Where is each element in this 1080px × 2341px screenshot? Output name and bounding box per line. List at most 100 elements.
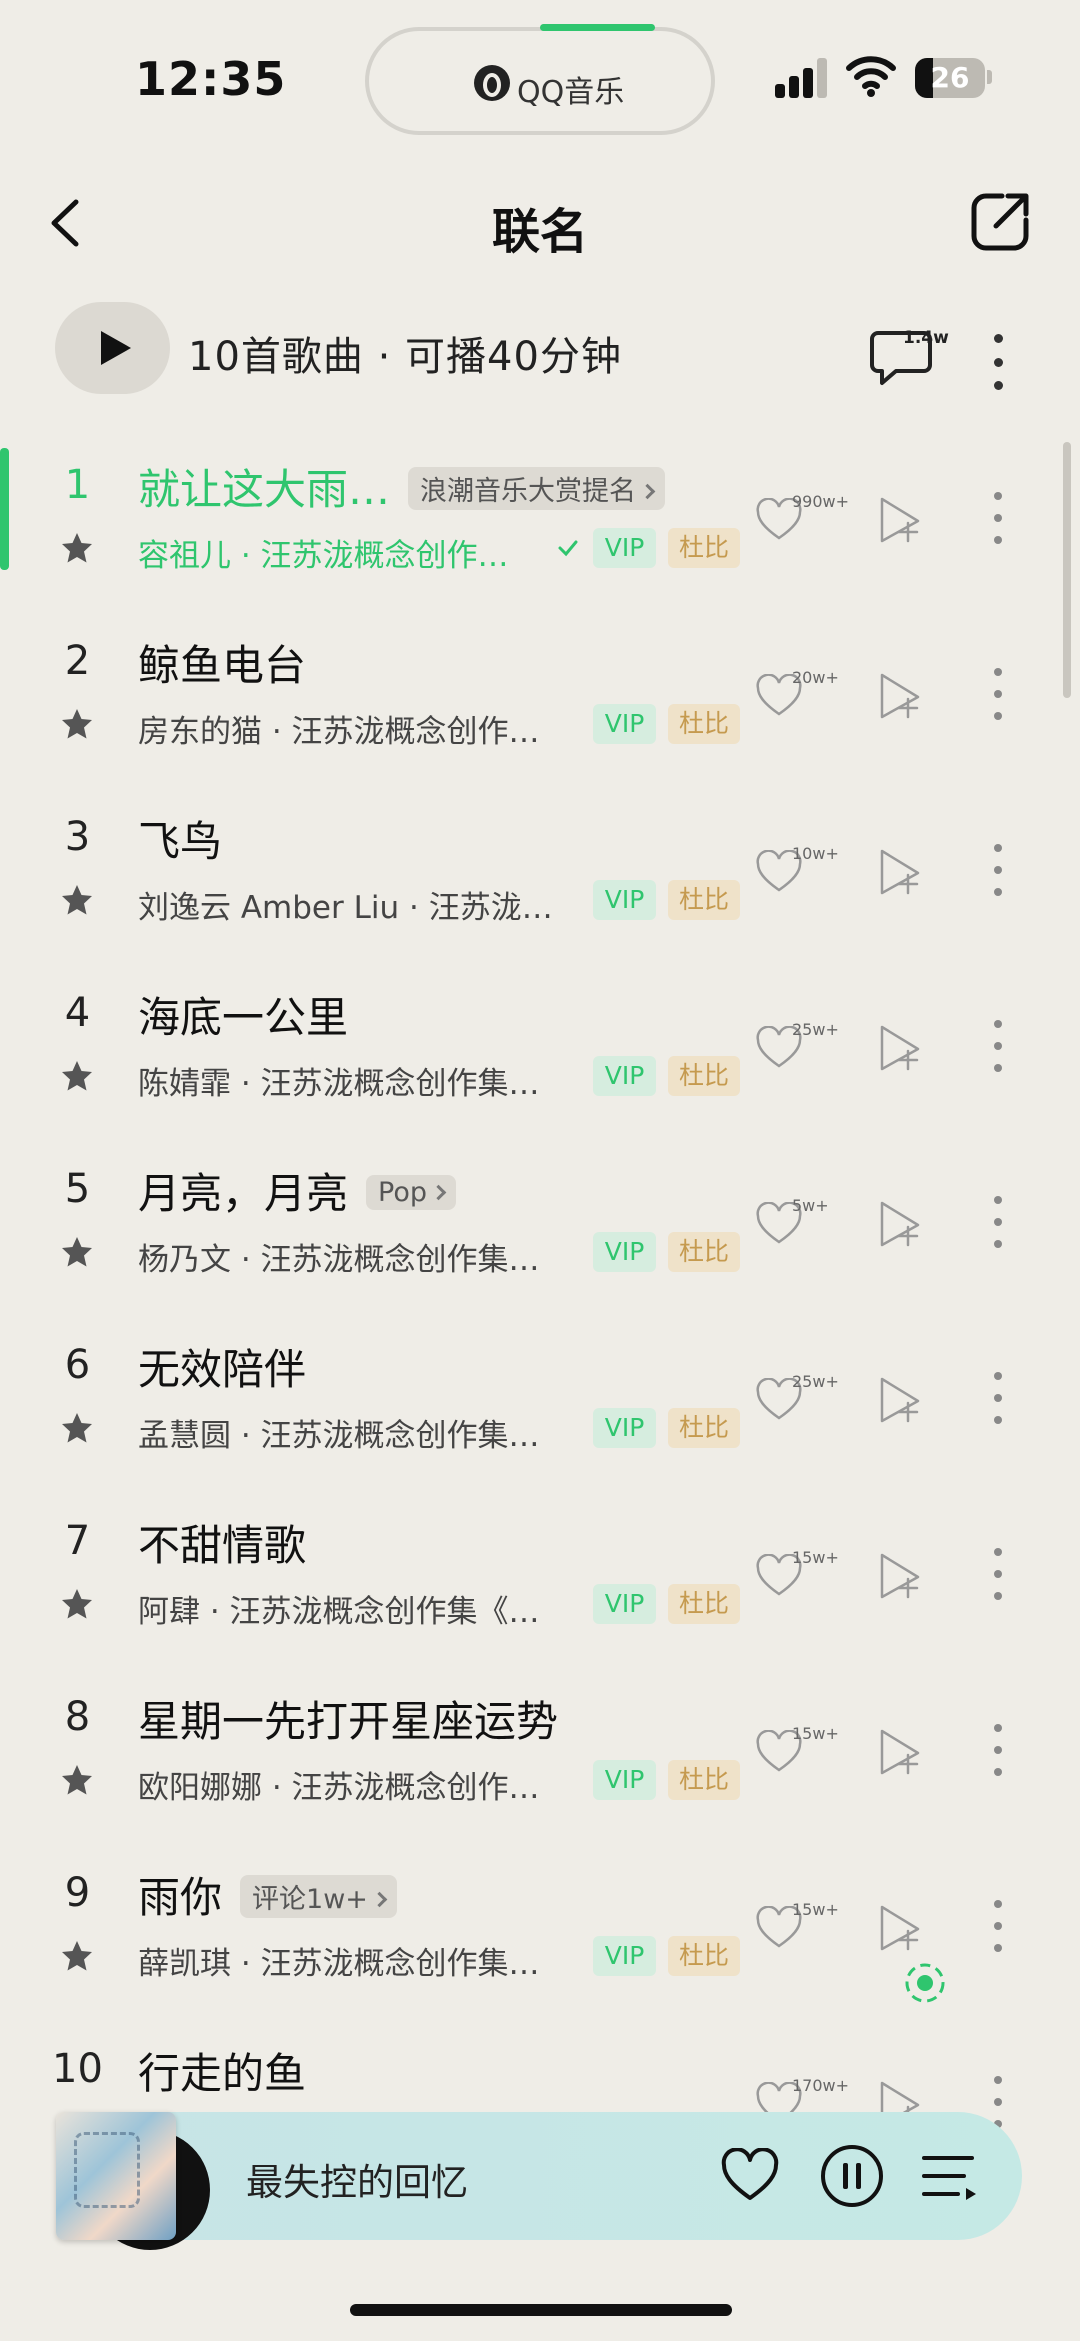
song-row[interactable]: 8 星期一先打开星座运势 欧阳娜娜 · 汪苏泷概念创作… VIP 杜比 15w+ <box>0 1672 1080 1848</box>
song-row[interactable]: 6 无效陪伴 孟慧圆 · 汪苏泷概念创作集… VIP 杜比 25w+ <box>0 1320 1080 1496</box>
song-row[interactable]: 7 不甜情歌 阿肆 · 汪苏泷概念创作集《… VIP 杜比 15w+ <box>0 1496 1080 1672</box>
chevron-right-icon <box>639 483 656 499</box>
song-title: 海底一公里 <box>138 993 349 1042</box>
vip-badge: VIP <box>593 1232 656 1272</box>
playlist-more-icon[interactable] <box>990 334 1006 390</box>
status-time: 12:35 <box>135 52 287 106</box>
song-artist: 容祖儿 · 汪苏泷概念创作… <box>138 538 509 574</box>
song-row[interactable]: 1 就让这大雨… 浪潮音乐大赏提名 容祖儿 · 汪苏泷概念创作… VIP 杜比 990w+ <box>0 440 1080 616</box>
song-more-icon[interactable] <box>990 1196 1006 1248</box>
song-more-icon[interactable] <box>990 492 1006 544</box>
playlist-summary: 10首歌曲 · 可播40分钟 <box>188 334 622 380</box>
add-to-playlist-icon[interactable] <box>878 1551 926 1601</box>
add-to-playlist-icon[interactable] <box>878 1903 926 1953</box>
play-all-button[interactable] <box>55 302 170 394</box>
battery-tip <box>987 70 992 84</box>
add-to-playlist-icon[interactable] <box>878 1023 926 1073</box>
song-tag[interactable]: Pop <box>366 1175 456 1210</box>
island-progress-bar <box>540 24 655 31</box>
song-row[interactable]: 5 月亮，月亮 Pop 杨乃文 · 汪苏泷概念创作集… VIP 杜比 5w+ <box>0 1144 1080 1320</box>
song-index: 2 <box>64 638 91 684</box>
share-icon[interactable] <box>968 190 1032 254</box>
song-index: 1 <box>64 462 91 508</box>
vip-badge: VIP <box>593 1408 656 1448</box>
like-count: 170w+ <box>792 2076 850 2095</box>
add-to-playlist-icon[interactable] <box>878 1199 926 1249</box>
dolby-badge: 杜比 <box>668 704 740 744</box>
vip-badge: VIP <box>593 1056 656 1096</box>
song-artist: 房东的猫 · 汪苏泷概念创作… <box>138 714 540 750</box>
add-to-playlist-icon[interactable] <box>878 847 926 897</box>
song-tag[interactable]: 浪潮音乐大赏提名 <box>408 467 666 510</box>
playlist-queue-icon[interactable] <box>920 2148 980 2204</box>
dolby-badge: 杜比 <box>668 1232 740 1272</box>
song-more-icon[interactable] <box>990 1548 1006 1600</box>
wifi-icon <box>846 56 896 97</box>
add-to-playlist-icon[interactable] <box>878 671 926 721</box>
song-index: 9 <box>64 1870 91 1916</box>
song-row[interactable]: 2 鲸鱼电台 房东的猫 · 汪苏泷概念创作… VIP 杜比 20w+ <box>0 616 1080 792</box>
song-artist: 刘逸云 Amber Liu · 汪苏泷… <box>138 890 553 926</box>
add-to-playlist-icon[interactable] <box>878 1727 926 1777</box>
song-title: 行走的鱼 <box>138 2049 307 2098</box>
star-icon <box>60 532 94 564</box>
vip-badge: VIP <box>593 1936 656 1976</box>
song-index: 6 <box>64 1342 91 1388</box>
scrollbar[interactable] <box>1063 442 1071 698</box>
song-title: 月亮，月亮 <box>138 1169 349 1218</box>
dolby-badge: 杜比 <box>668 1584 740 1624</box>
star-icon <box>60 708 94 740</box>
song-name: 不甜情歌 <box>138 1512 306 1573</box>
like-count: 20w+ <box>792 668 839 687</box>
now-playing-title[interactable]: 最失控的回忆 <box>246 2152 468 2206</box>
dolby-badge: 杜比 <box>668 1056 740 1096</box>
like-count: 15w+ <box>792 1900 839 1919</box>
player-heart-icon[interactable] <box>720 2148 780 2204</box>
song-more-icon[interactable] <box>990 1900 1006 1952</box>
add-to-playlist-icon[interactable] <box>878 495 926 545</box>
song-title: 雨你 <box>138 1873 223 1922</box>
star-icon <box>60 1236 94 1268</box>
status-bar: 12:35 QQ音乐 26 <box>0 0 1080 160</box>
song-more-icon[interactable] <box>990 668 1006 720</box>
pause-icon[interactable] <box>820 2144 884 2208</box>
song-artist: 孟慧圆 · 汪苏泷概念创作集… <box>138 1418 540 1454</box>
dolby-badge: 杜比 <box>668 1408 740 1448</box>
song-name: 雨你 评论1w+ <box>138 1864 397 1925</box>
vip-badge: VIP <box>593 528 656 568</box>
vip-badge: VIP <box>593 1760 656 1800</box>
like-count: 990w+ <box>792 492 850 511</box>
song-index: 8 <box>64 1694 91 1740</box>
song-title: 不甜情歌 <box>138 1521 307 1570</box>
song-more-icon[interactable] <box>990 2076 1006 2128</box>
home-indicator[interactable] <box>350 2304 732 2316</box>
song-name: 飞鸟 <box>138 808 222 869</box>
downloaded-check-icon <box>556 536 580 560</box>
song-more-icon[interactable] <box>990 844 1006 896</box>
song-name: 就让这大雨… 浪潮音乐大赏提名 <box>138 456 666 517</box>
song-name: 行走的鱼 <box>138 2040 306 2101</box>
song-row[interactable]: 3 飞鸟 刘逸云 Amber Liu · 汪苏泷… VIP 杜比 10w+ <box>0 792 1080 968</box>
star-icon <box>60 1588 94 1620</box>
song-tag-label: 浪潮音乐大赏提名 <box>420 476 637 507</box>
song-more-icon[interactable] <box>990 1372 1006 1424</box>
song-artist: 欧阳娜娜 · 汪苏泷概念创作… <box>138 1770 540 1806</box>
star-icon <box>60 884 94 916</box>
vip-badge: VIP <box>593 1584 656 1624</box>
song-more-icon[interactable] <box>990 1724 1006 1776</box>
song-tag[interactable]: 评论1w+ <box>240 1875 397 1918</box>
song-artist: 陈婧霏 · 汪苏泷概念创作集… <box>138 1066 540 1102</box>
locate-current-song-icon[interactable] <box>900 1958 950 2008</box>
like-count: 5w+ <box>792 1196 829 1215</box>
like-count: 15w+ <box>792 1548 839 1567</box>
song-index: 5 <box>64 1166 91 1212</box>
song-row[interactable]: 4 海底一公里 陈婧霏 · 汪苏泷概念创作集… VIP 杜比 25w+ <box>0 968 1080 1144</box>
add-to-playlist-icon[interactable] <box>878 1375 926 1425</box>
page-title: 联名 <box>491 204 588 260</box>
song-more-icon[interactable] <box>990 1020 1006 1072</box>
vip-badge: VIP <box>593 880 656 920</box>
playing-indicator <box>0 448 9 570</box>
album-cover[interactable] <box>56 2112 176 2240</box>
song-tag-label: 评论1w+ <box>252 1884 368 1915</box>
dynamic-island[interactable]: QQ音乐 <box>365 27 715 135</box>
